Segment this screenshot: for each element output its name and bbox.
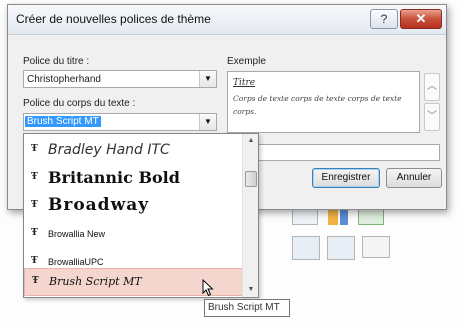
preview-body: Corps de texte corps de texte corps de t… — [233, 94, 402, 116]
truetype-icon: Ŧ — [31, 256, 38, 266]
tooltip: Brush Script MT — [204, 299, 290, 317]
font-dropdown-list[interactable]: Ŧ Bradley Hand ITC Ŧ Britannic Bold Ŧ Br… — [23, 133, 259, 298]
preview-up-button[interactable]: ︿ — [424, 73, 440, 101]
preview-down-button[interactable]: ﹀ — [424, 103, 440, 131]
truetype-icon: Ŧ — [31, 172, 38, 182]
scroll-thumb[interactable] — [245, 171, 257, 187]
preview-box: Titre Corps de texte corps de texte corp… — [227, 71, 420, 133]
list-item-label: BrowalliaUPC — [48, 257, 104, 267]
preview-title: Titre — [233, 78, 256, 88]
chevron-down-icon[interactable]: ▼ — [199, 71, 216, 87]
list-item-label: Britannic Bold — [48, 168, 180, 187]
cancel-button[interactable]: Annuler — [386, 168, 442, 188]
chart-icon-bar — [340, 208, 348, 225]
heading-font-label: Police du titre : — [23, 56, 90, 67]
video-icon[interactable] — [362, 236, 390, 258]
list-item[interactable]: Ŧ Britannic Bold — [24, 164, 242, 192]
truetype-icon: Ŧ — [31, 228, 38, 238]
chevron-down-icon[interactable]: ▼ — [199, 114, 216, 130]
save-button[interactable]: Enregistrer — [312, 168, 380, 188]
help-button[interactable]: ? — [370, 9, 398, 29]
list-item[interactable]: Ŧ Broadway — [24, 192, 242, 220]
truetype-icon: Ŧ — [31, 200, 38, 210]
list-item-label: Browallia New — [48, 229, 106, 239]
list-item-label: Bradley Hand ITC — [48, 142, 170, 158]
dialog-titlebar: Créer de nouvelles polices de thème ? ✕ — [8, 5, 446, 35]
list-scrollbar[interactable]: ▲ ▼ — [242, 134, 258, 297]
heading-font-combo[interactable]: Christopherhand ▼ — [23, 70, 217, 88]
online-picture-icon[interactable] — [327, 236, 355, 260]
close-button[interactable]: ✕ — [400, 9, 442, 29]
scroll-down-icon[interactable]: ▼ — [243, 283, 259, 297]
mouse-cursor-icon — [202, 279, 214, 297]
truetype-icon: Ŧ — [32, 276, 39, 286]
heading-font-value: Christopherhand — [27, 74, 101, 85]
picture-icon[interactable] — [292, 236, 320, 260]
scroll-up-icon[interactable]: ▲ — [243, 134, 259, 148]
list-item-label: Brush Script MT — [49, 275, 142, 288]
body-font-combo[interactable]: Brush Script MT ▼ — [23, 113, 217, 131]
preview-label: Exemple — [227, 56, 266, 67]
body-font-label: Police du corps du texte : — [23, 98, 136, 109]
truetype-icon: Ŧ — [31, 144, 38, 154]
dialog-title: Créer de nouvelles polices de thème — [16, 12, 211, 26]
list-item[interactable]: Ŧ Browallia New — [24, 220, 242, 248]
list-item-label: Broadway — [48, 195, 150, 215]
body-font-value: Brush Script MT — [25, 116, 101, 127]
list-item[interactable]: Ŧ Bradley Hand ITC — [24, 136, 242, 164]
